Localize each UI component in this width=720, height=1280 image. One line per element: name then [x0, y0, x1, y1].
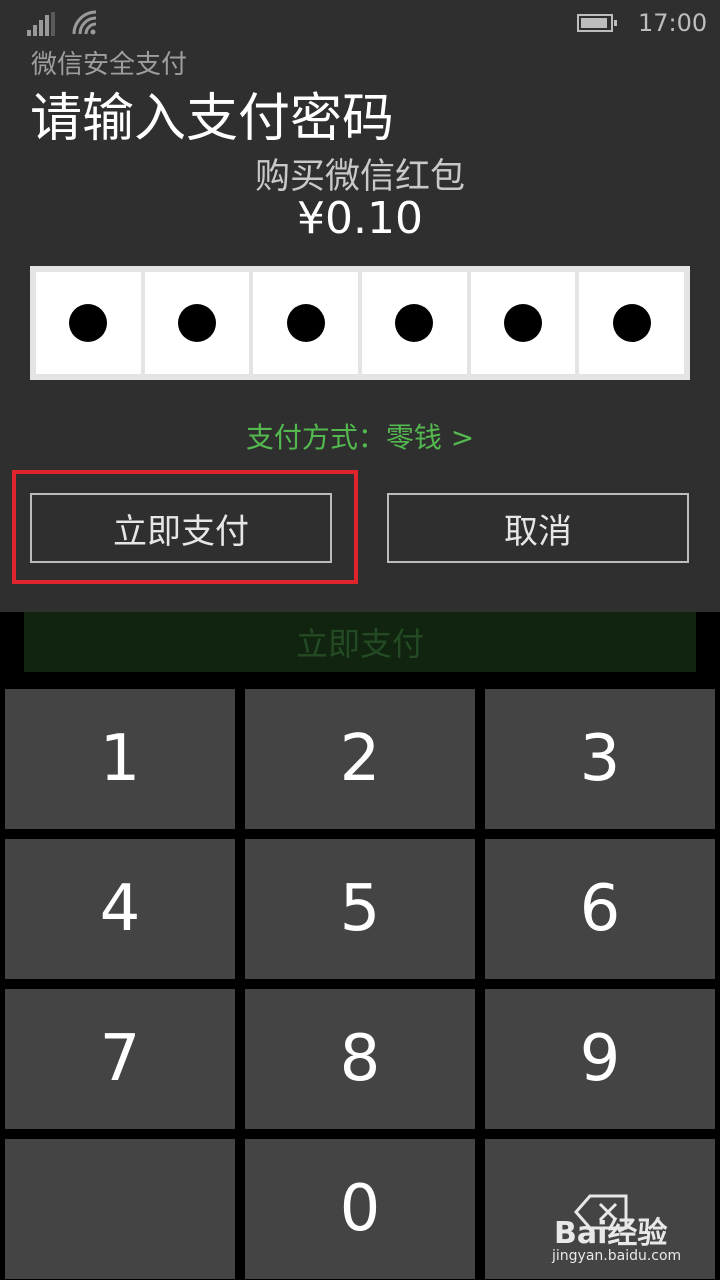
pin-cell	[579, 272, 685, 374]
payment-amount: ¥0.10	[297, 193, 423, 244]
pin-dot-icon	[504, 304, 543, 342]
keypad-key-9[interactable]: 9	[485, 989, 715, 1129]
pin-cell	[362, 272, 467, 374]
keypad-key-4[interactable]: 4	[5, 839, 235, 979]
keypad-key-0[interactable]: 0	[245, 1139, 475, 1279]
battery-icon	[577, 14, 617, 32]
pin-cell	[36, 272, 141, 374]
pin-input[interactable]	[30, 266, 690, 380]
blank-key	[5, 1139, 235, 1279]
signal-strength-icon	[27, 12, 57, 36]
watermark-brand: Bai经验	[554, 1216, 668, 1251]
keypad-key-8[interactable]: 8	[245, 989, 475, 1129]
keypad-key-3[interactable]: 3	[485, 689, 715, 829]
keypad-key-7[interactable]: 7	[5, 989, 235, 1129]
watermark-url: jingyan.baidu.com	[552, 1248, 682, 1264]
page-title: 请输入支付密码	[30, 89, 395, 149]
background-pay-button: 立即支付	[24, 612, 696, 672]
keypad-key-2[interactable]: 2	[245, 689, 475, 829]
pin-dot-icon	[286, 304, 325, 342]
baidu-watermark: Bai经验 jingyan.baidu.com	[550, 1192, 700, 1272]
pin-dot-icon	[395, 304, 434, 342]
pin-cell	[253, 272, 359, 374]
pin-dot-icon	[178, 304, 216, 342]
keypad-key-1[interactable]: 1	[5, 689, 235, 829]
status-bar: 17:00	[0, 0, 720, 48]
wifi-icon	[72, 10, 97, 35]
status-time: 17:00	[638, 9, 708, 37]
pin-dot-icon	[612, 304, 651, 342]
payment-dialog: 17:00 微信安全支付 请输入支付密码 购买微信红包 ¥0.10 支付方式：零…	[0, 0, 720, 612]
purchase-description: 购买微信红包	[254, 157, 465, 197]
highlight-annotation	[12, 470, 358, 584]
pin-cell	[470, 272, 576, 374]
payment-method-link[interactable]: 支付方式：零钱 >	[0, 416, 720, 456]
cancel-button[interactable]: 取消	[387, 493, 689, 563]
pin-cell	[144, 272, 250, 374]
keypad-key-5[interactable]: 5	[245, 839, 475, 979]
keypad-key-6[interactable]: 6	[485, 839, 715, 979]
pin-dot-icon	[69, 304, 108, 342]
